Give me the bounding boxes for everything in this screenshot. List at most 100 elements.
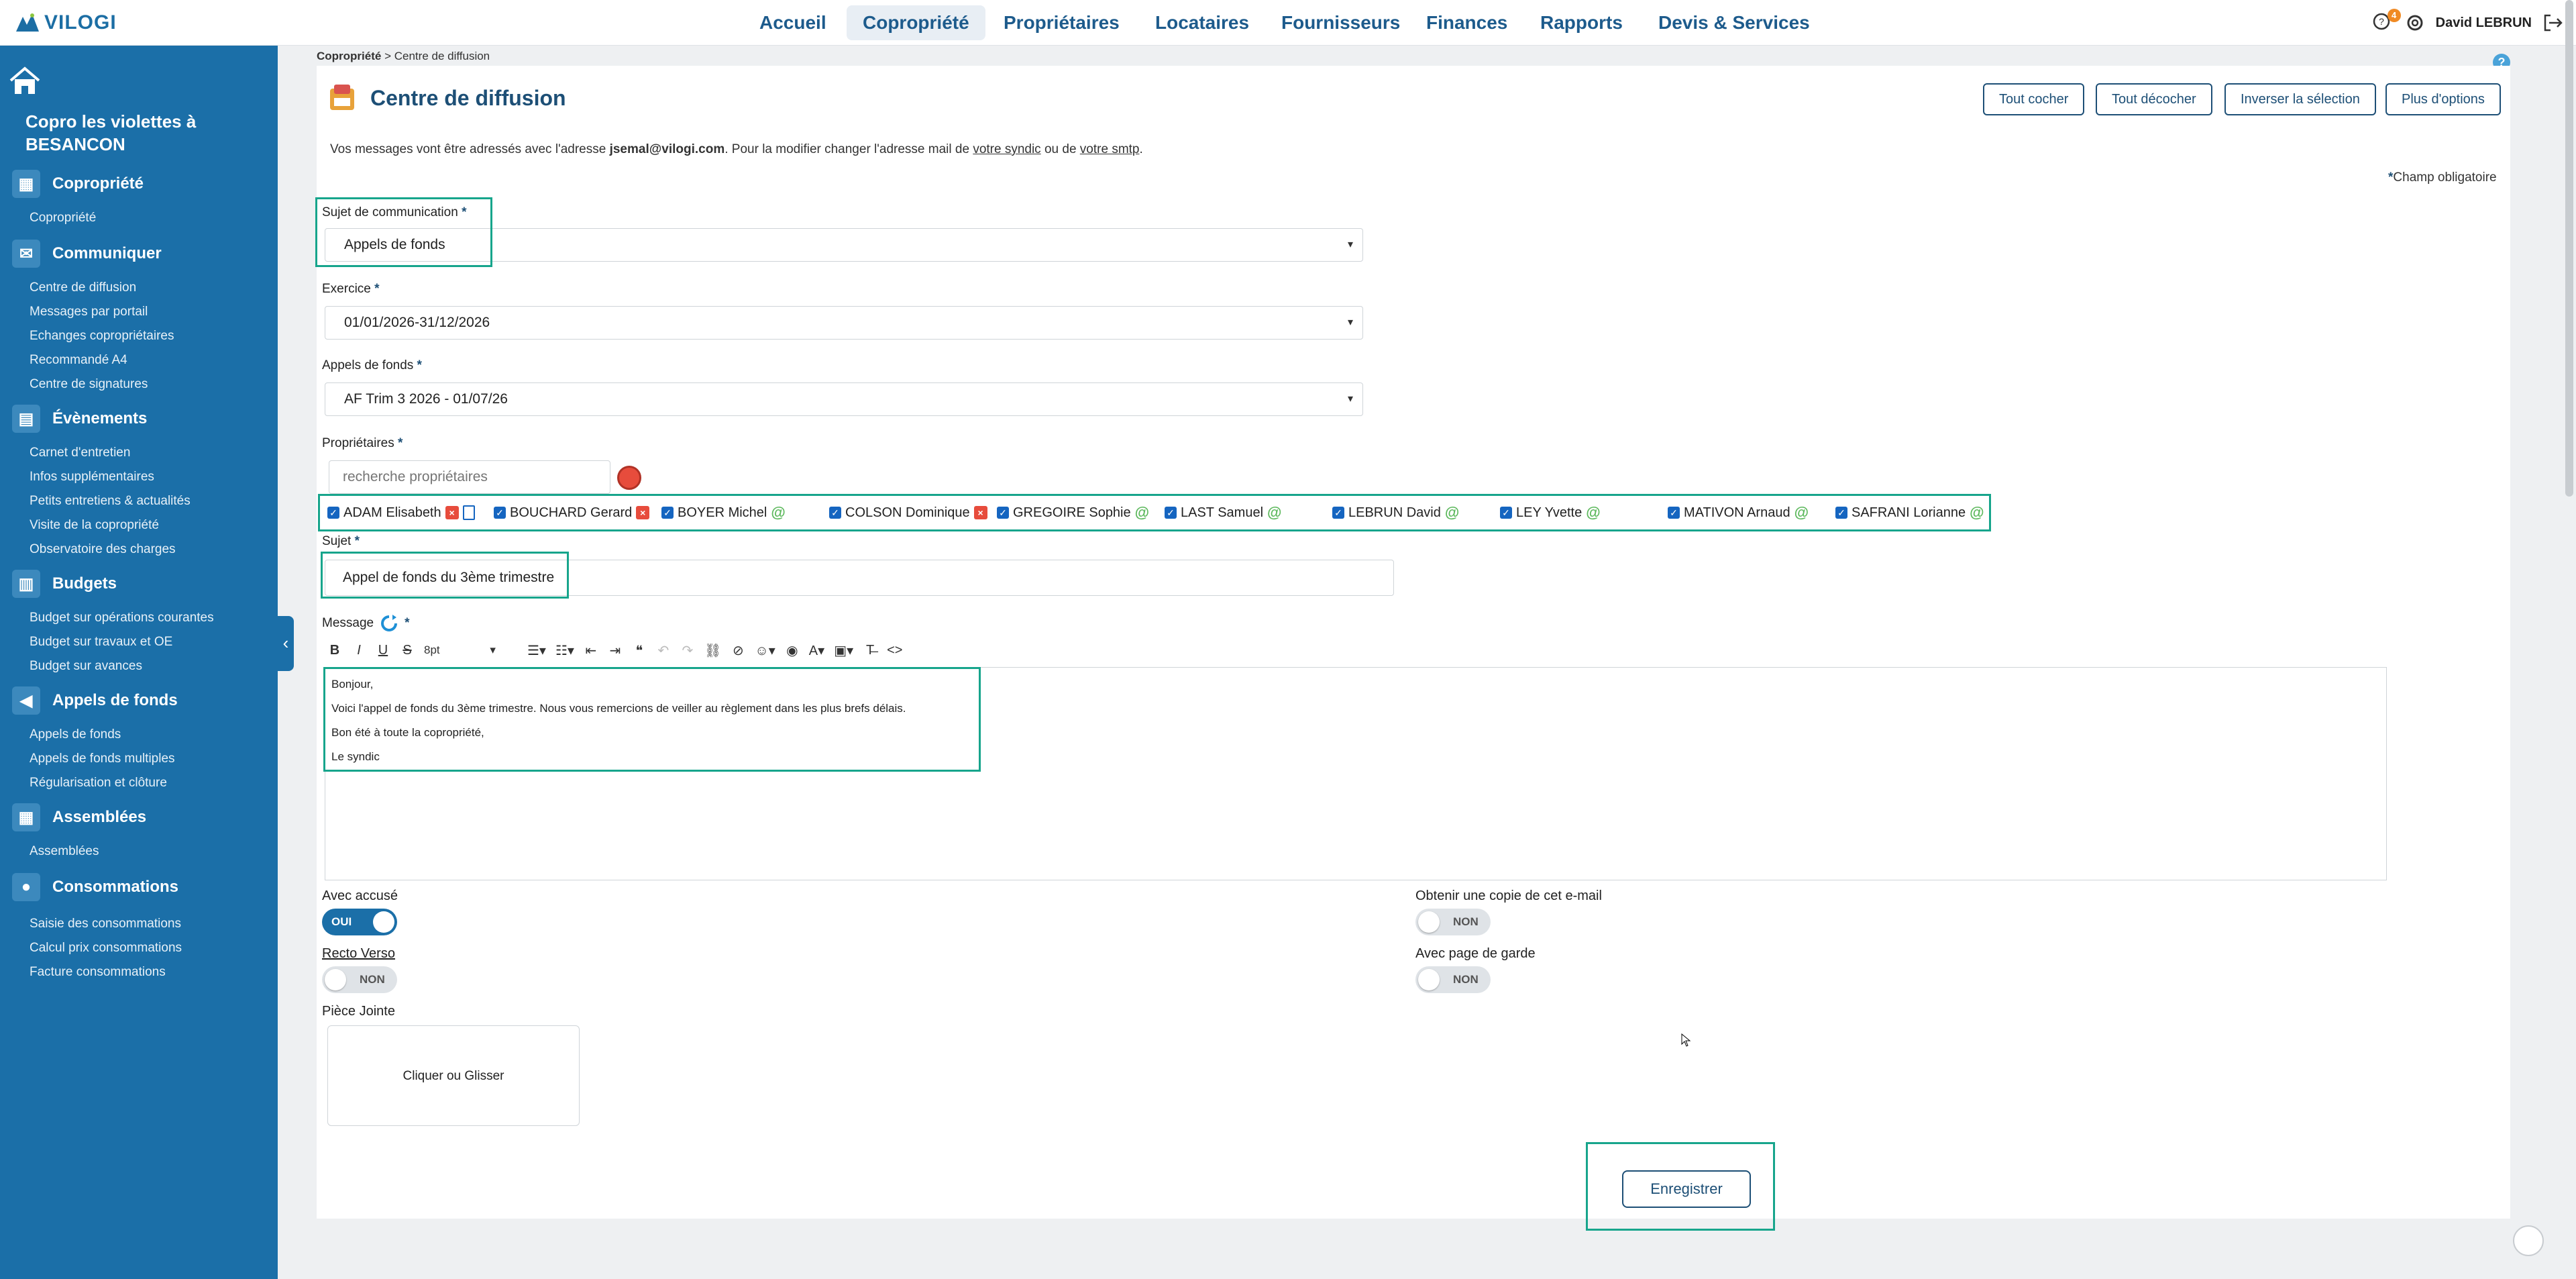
check-all-button[interactable]: Tout cocher [1983,83,2085,115]
user-name[interactable]: David LEBRUN [2436,15,2532,31]
logout-icon[interactable] [2541,11,2564,34]
breadcrumb-root[interactable]: Copropriété [317,50,381,62]
sidebar-item-petits-entretiens[interactable]: Petits entretiens & actualités [30,494,191,509]
sidebar-item-budget-courant[interactable]: Budget sur opérations courantes [30,611,214,625]
sidebar-item-echanges[interactable]: Echanges copropriétaires [30,329,174,344]
copie-toggle[interactable]: NON [1415,909,1491,935]
clear-filter-icon[interactable] [617,466,641,490]
quote-icon[interactable]: ❝ [632,642,647,659]
sidebar-item-appels-fonds[interactable]: Appels de fonds [30,727,121,742]
sender-info: Vos messages vont être adressés avec l'a… [330,142,1143,157]
sidebar-item-recommande[interactable]: Recommandé A4 [30,353,127,368]
sidebar-item-messages-portail[interactable]: Messages par portail [30,305,148,319]
gear-icon[interactable] [2404,11,2426,34]
sidebar-item-calcul[interactable]: Calcul prix consommations [30,941,182,956]
sidebar-item-budget-travaux[interactable]: Budget sur travaux et OE [30,635,172,650]
sidebar-section-copropriete[interactable]: ▦ Copropriété [12,168,144,200]
nav-fournisseurs[interactable]: Fournisseurs [1265,5,1416,40]
drop-icon: ● [12,873,40,901]
highlight-color-icon[interactable]: ▣▾ [834,642,853,659]
emoji-icon[interactable]: ☺▾ [755,642,775,659]
numbered-list-icon[interactable]: ☷▾ [555,642,574,659]
section-title: Budgets [52,574,117,593]
refresh-icon[interactable] [379,613,399,633]
sidebar-item-copropriete[interactable]: Copropriété [30,211,96,225]
nav-devis-services[interactable]: Devis & Services [1642,5,1826,40]
smtp-link[interactable]: votre smtp [1080,142,1140,156]
sidebar-item-facture[interactable]: Facture consommations [30,965,166,980]
sidebar-item-observatoire[interactable]: Observatoire des charges [30,542,176,557]
page-garde-toggle[interactable]: NON [1415,966,1491,993]
font-size-select[interactable]: 8pt ▾ [424,644,518,657]
accuse-toggle[interactable]: OUI [322,909,397,935]
recto-verso-toggle[interactable]: NON [322,966,397,993]
sidebar-section-communiquer[interactable]: ✉ Communiquer [12,238,162,270]
home-icon[interactable] [8,66,42,97]
breadcrumb-separator: > [384,50,392,62]
page-title: Centre de diffusion [370,86,566,110]
link-icon[interactable]: ⛓ [704,642,721,659]
sidebar-section-budgets[interactable]: ▥ Budgets [12,568,117,600]
nav-proprietaires[interactable]: Propriétaires [987,5,1136,40]
syndic-link[interactable]: votre syndic [973,142,1040,156]
undo-icon[interactable]: ↶ [656,642,671,659]
vilogi-logo[interactable]: VILOGI [15,9,117,36]
toggle-state: NON [360,973,385,986]
bullet-list-icon[interactable]: ☰▾ [527,642,546,659]
copro-name[interactable]: Copro les violettes à BESANCON [25,110,254,156]
sidebar-item-budget-avances[interactable]: Budget sur avances [30,659,142,674]
logo-icon [16,13,39,32]
sidebar-item-carnet[interactable]: Carnet d'entretien [30,446,130,460]
italic-button[interactable]: I [352,643,366,658]
source-code-icon[interactable]: <> [887,643,902,658]
nav-copropriete[interactable]: Copropriété [847,5,985,40]
chatbot-icon[interactable] [2513,1225,2544,1256]
editor-toolbar: B I U S 8pt ▾ ☰▾ ☷▾ ⇤ ⇥ ❝ ↶ ↷ ⛓ ⊘ ☺▾ ◉ A… [327,640,903,660]
underline-button[interactable]: U [376,643,390,658]
more-options-button[interactable]: Plus d'options [2385,83,2501,115]
owner-search-input[interactable] [329,460,610,494]
attachment-dropzone[interactable]: Cliquer ou Glisser [327,1025,580,1126]
strikethrough-button[interactable]: S [400,643,415,658]
unlink-icon[interactable]: ⊘ [731,642,745,659]
user-area: ? 4 David LEBRUN [2371,7,2564,39]
redo-icon[interactable]: ↷ [680,642,695,659]
appels-select[interactable]: AF Trim 3 2026 - 01/07/26 ▾ [325,382,1363,416]
message-label: Message * [322,613,410,633]
preview-icon[interactable]: ◉ [785,642,800,659]
megaphone-icon: ◀ [12,686,40,715]
exercice-select[interactable]: 01/01/2026-31/12/2026 ▾ [325,306,1363,340]
nav-accueil[interactable]: Accueil [743,5,843,40]
nav-locataires[interactable]: Locataires [1139,5,1265,40]
info-text: ou de [1044,142,1077,156]
sidebar-item-regularisation[interactable]: Régularisation et clôture [30,776,167,790]
uncheck-all-button[interactable]: Tout décocher [2096,83,2212,115]
sidebar-item-centre-diffusion[interactable]: Centre de diffusion [30,280,136,295]
notifications-icon[interactable]: ? 4 [2371,9,2401,34]
top-navigation-bar: VILOGI Accueil Copropriété Propriétaires… [0,0,2576,46]
clear-format-icon[interactable]: T̶ [863,643,877,658]
nav-finances[interactable]: Finances [1410,5,1523,40]
sidebar-collapse-button[interactable]: ‹ [278,616,294,671]
scrollbar[interactable] [2565,0,2573,497]
appels-label: Appels de fonds * [322,358,422,372]
sidebar: Copro les violettes à BESANCON ▦ Copropri… [0,46,278,1279]
sidebar-item-infos[interactable]: Infos supplémentaires [30,470,154,484]
sidebar-item-assemblees[interactable]: Assemblées [30,844,99,859]
sidebar-item-signatures[interactable]: Centre de signatures [30,377,148,392]
sidebar-section-consommations[interactable]: ● Consommations [12,871,178,903]
invert-selection-button[interactable]: Inverser la sélection [2224,83,2376,115]
outdent-icon[interactable]: ⇤ [584,642,598,659]
sidebar-item-appels-multiples[interactable]: Appels de fonds multiples [30,752,175,766]
sidebar-item-visite[interactable]: Visite de la copropriété [30,518,159,533]
label-text: Propriétaires [322,436,394,450]
indent-icon[interactable]: ⇥ [608,642,623,659]
text-color-icon[interactable]: A▾ [809,642,824,659]
sidebar-item-saisie[interactable]: Saisie des consommations [30,917,181,931]
bold-button[interactable]: B [327,643,342,658]
nav-rapports[interactable]: Rapports [1524,5,1639,40]
sidebar-section-evenements[interactable]: ▤ Évènements [12,403,147,435]
sidebar-section-assemblees[interactable]: ▦ Assemblées [12,801,146,833]
sidebar-section-appels[interactable]: ◀ Appels de fonds [12,684,178,717]
mail-icon: ✉ [12,240,40,268]
